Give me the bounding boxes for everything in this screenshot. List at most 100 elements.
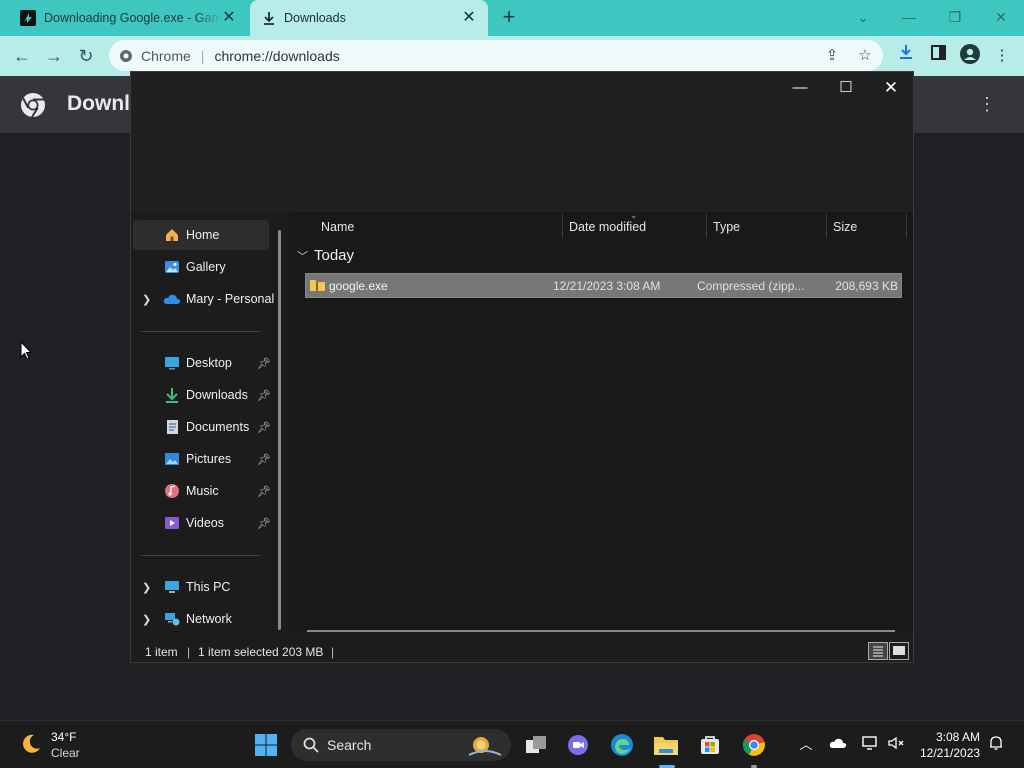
file-name: google.exe xyxy=(329,279,388,293)
expand-chevron-icon[interactable]: ❯ xyxy=(142,581,151,594)
expand-chevron-icon[interactable]: ❯ xyxy=(142,613,151,626)
start-button[interactable] xyxy=(250,729,282,761)
game-site-favicon-icon xyxy=(20,10,36,26)
collapse-chevron-icon[interactable]: ﹀ xyxy=(297,248,308,264)
tray-overflow-chevron-icon[interactable]: ︿ xyxy=(796,735,816,755)
column-separator[interactable] xyxy=(562,214,563,238)
profile-avatar-icon[interactable] xyxy=(958,44,982,68)
horizontal-scrollbar[interactable] xyxy=(307,630,895,632)
share-icon[interactable]: ⇪ xyxy=(822,46,842,66)
nav-item-desktop[interactable]: Desktop 📌︎ xyxy=(133,348,271,378)
omnibox-separator: | xyxy=(200,47,205,64)
pin-icon[interactable]: 📌︎ xyxy=(257,485,271,498)
restore-icon[interactable]: ❐ xyxy=(943,6,967,28)
clock-date[interactable]: 12/21/2023 xyxy=(920,746,980,760)
nav-label: Mary - Personal xyxy=(186,292,275,306)
clock-time[interactable]: 3:08 AM xyxy=(936,730,980,744)
store-icon xyxy=(701,736,719,754)
column-header-name[interactable]: Name xyxy=(321,216,354,238)
notification-bell-icon[interactable] xyxy=(986,735,1006,755)
minimize-icon[interactable]: — xyxy=(897,6,921,28)
file-explorer-window: — ☐ ✕ Home Gallery ❯ Mary - Personal Des… xyxy=(130,71,914,663)
page-title: Downl xyxy=(67,92,130,115)
tiles-view-icon[interactable] xyxy=(889,642,909,660)
url-text: chrome://downloads xyxy=(214,47,340,64)
file-explorer-taskbar-button[interactable] xyxy=(650,729,682,761)
chrome-taskbar-button[interactable] xyxy=(738,729,770,761)
nav-item-this-pc[interactable]: ❯ This PC xyxy=(133,572,269,602)
nav-scrollbar[interactable] xyxy=(278,230,281,630)
chrome-menu-icon[interactable]: ⋮ xyxy=(990,44,1014,68)
mouse-cursor-icon xyxy=(20,341,32,360)
page-menu-icon[interactable]: ⋮ xyxy=(978,94,996,115)
task-view-button[interactable] xyxy=(520,729,552,761)
nav-item-videos[interactable]: Videos 📌︎ xyxy=(133,508,271,538)
edge-browser-button[interactable] xyxy=(606,729,638,761)
chrome-logo-icon xyxy=(21,93,45,118)
address-bar[interactable]: Chrome | chrome://downloads ⇪ ☆ xyxy=(109,40,883,71)
close-tab-icon[interactable]: ✕ xyxy=(460,9,478,27)
weather-temperature[interactable]: 34°F xyxy=(51,730,76,744)
explorer-close-icon[interactable]: ✕ xyxy=(868,75,914,101)
nav-item-onedrive[interactable]: ❯ Mary - Personal xyxy=(133,284,274,314)
close-tab-icon[interactable]: ✕ xyxy=(220,9,238,27)
column-header-type[interactable]: Type xyxy=(713,216,740,238)
nav-item-pictures[interactable]: Pictures 📌︎ xyxy=(133,444,271,474)
pin-icon[interactable]: 📌︎ xyxy=(257,453,271,466)
chrome-icon xyxy=(120,49,132,62)
nav-item-downloads[interactable]: Downloads 📌︎ xyxy=(133,380,271,410)
tab-downloads[interactable]: Downloads ✕ xyxy=(250,0,488,36)
tab-search-icon[interactable]: ⌄ xyxy=(851,6,875,28)
weather-condition[interactable]: Clear xyxy=(51,746,80,760)
tab-game-download[interactable]: Downloading Google.exe - Gam ✕ xyxy=(8,0,248,36)
windows-logo-icon xyxy=(255,734,277,756)
browser-toolbar: ← → ↻ Chrome | chrome://downloads ⇪ ☆ ⋮ xyxy=(0,36,1024,76)
column-separator[interactable] xyxy=(826,214,827,238)
file-type: Compressed (zipp... xyxy=(697,279,805,293)
pin-icon[interactable]: 📌︎ xyxy=(257,389,271,402)
column-separator[interactable] xyxy=(906,214,907,238)
nav-item-gallery[interactable]: Gallery xyxy=(133,252,269,282)
explorer-minimize-icon[interactable]: — xyxy=(777,75,823,101)
explorer-maximize-icon[interactable]: ☐ xyxy=(823,75,869,101)
downloads-folder-icon xyxy=(163,386,181,404)
volume-muted-icon[interactable] xyxy=(886,735,906,755)
pin-icon[interactable]: 📌︎ xyxy=(257,357,271,370)
reload-icon[interactable]: ↻ xyxy=(74,44,98,68)
network-tray-icon[interactable] xyxy=(860,735,880,755)
documents-icon xyxy=(163,418,181,436)
file-list-pane: Name Date modified ⌄ Type Size ﹀ Today g… xyxy=(289,210,913,632)
pin-icon[interactable]: 📌︎ xyxy=(257,421,271,434)
music-icon xyxy=(163,482,181,500)
pin-icon[interactable]: 📌︎ xyxy=(257,517,271,530)
nav-divider xyxy=(141,555,261,556)
store-button[interactable] xyxy=(694,729,726,761)
group-header-today[interactable]: ﹀ Today xyxy=(297,247,354,264)
task-view-icon xyxy=(526,736,546,753)
moon-weather-icon[interactable] xyxy=(20,733,42,755)
nav-label: This PC xyxy=(186,580,231,594)
nav-label: Network xyxy=(186,612,232,626)
taskbar-search-box[interactable]: Search xyxy=(291,729,511,761)
column-separator[interactable] xyxy=(706,214,707,238)
nav-item-network[interactable]: ❯ Network xyxy=(133,604,269,634)
nav-item-music[interactable]: Music 📌︎ xyxy=(133,476,271,506)
back-icon[interactable]: ← xyxy=(10,44,34,68)
forward-icon[interactable]: → xyxy=(42,44,66,68)
explorer-titlebar: — ☐ ✕ xyxy=(131,72,913,212)
side-panel-icon[interactable] xyxy=(926,44,950,68)
details-view-icon[interactable] xyxy=(868,642,888,660)
expand-chevron-icon[interactable]: ❯ xyxy=(142,293,151,306)
file-row[interactable]: google.exe 12/21/2023 3:08 AM Compressed… xyxy=(305,273,902,298)
site-chip[interactable]: Chrome xyxy=(119,48,191,64)
close-window-icon[interactable]: ✕ xyxy=(989,6,1013,28)
teams-chat-button[interactable] xyxy=(562,729,594,761)
bookmark-star-icon[interactable]: ☆ xyxy=(855,46,875,66)
nav-item-home[interactable]: Home xyxy=(133,220,269,250)
onedrive-tray-icon[interactable] xyxy=(828,735,848,755)
nav-item-documents[interactable]: Documents 📌︎ xyxy=(133,412,271,442)
chrome-icon xyxy=(742,734,765,756)
column-header-size[interactable]: Size xyxy=(833,216,857,238)
downloads-toolbar-icon[interactable] xyxy=(894,44,918,68)
new-tab-button[interactable]: + xyxy=(498,5,520,29)
